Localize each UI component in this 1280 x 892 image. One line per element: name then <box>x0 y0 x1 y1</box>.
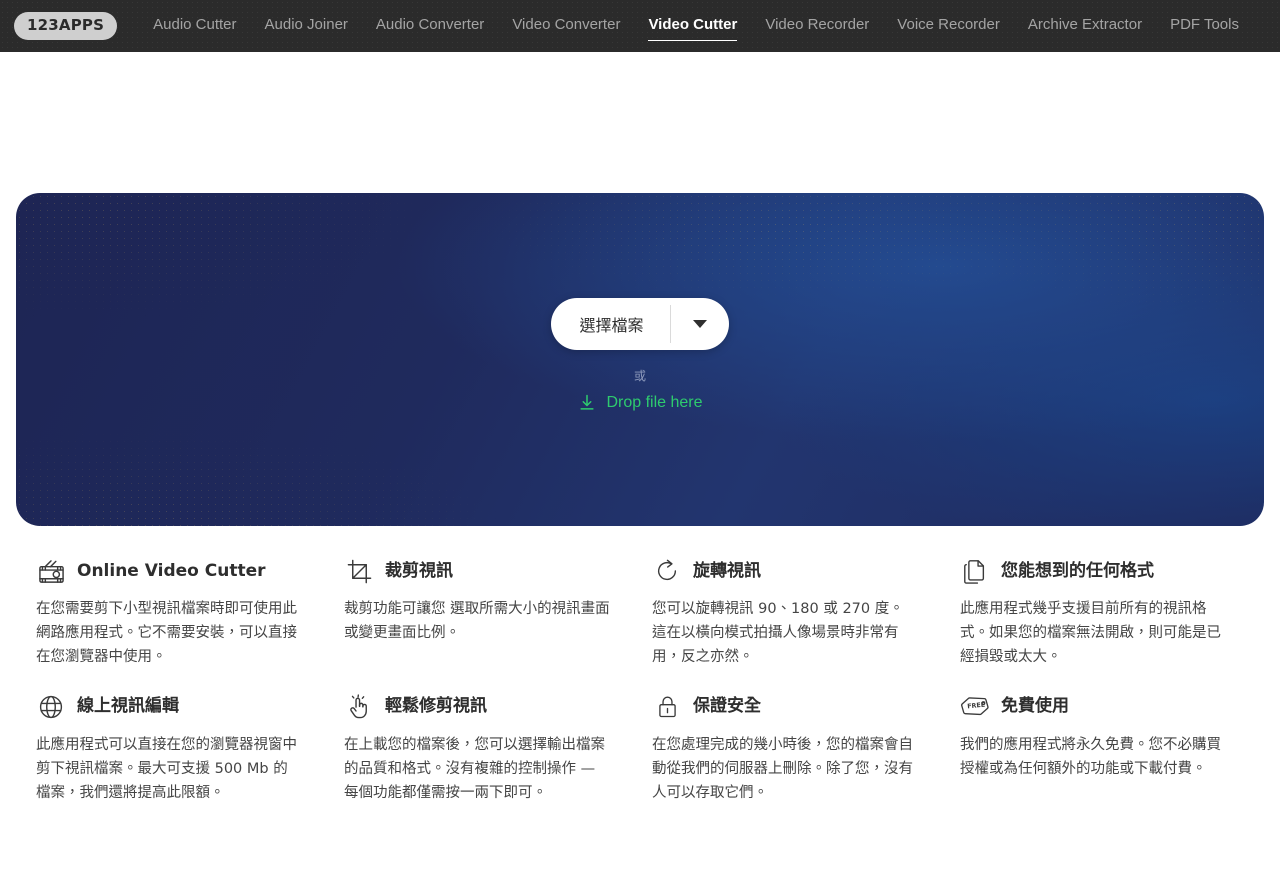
feature-card: 保證安全在您處理完成的幾小時後，您的檔案會自動從我們的伺服器上刪除。除了您，沒有… <box>652 692 936 806</box>
feature-description: 在您處理完成的幾小時後，您的檔案會自動從我們的伺服器上刪除。除了您，沒有人可以存… <box>652 736 913 802</box>
feature-description: 此應用程式幾乎支援目前所有的視訊格式。如果您的檔案無法開啟，則可能是已經損毀或太… <box>960 601 1221 666</box>
click-hand-icon <box>344 692 374 722</box>
feature-description: 在您需要剪下小型視訊檔案時即可使用此網路應用程式。它不需要安裝，可以直接在您瀏覽… <box>36 601 297 666</box>
svg-text:FREE: FREE <box>967 701 986 710</box>
feature-title: 輕鬆修剪視訊 <box>385 696 487 717</box>
feature-description: 在上載您的檔案後，您可以選擇輸出檔案的品質和格式。沒有複雜的控制操作 — 每個功… <box>344 736 605 802</box>
feature-card: 輕鬆修剪視訊在上載您的檔案後，您可以選擇輸出檔案的品質和格式。沒有複雜的控制操作… <box>344 692 628 806</box>
download-arrow-icon <box>577 393 597 413</box>
nav-item-video-recorder[interactable]: Video Recorder <box>751 12 883 40</box>
hero-section-wrapper: 選擇檔案 或 Drop file here <box>0 52 1280 526</box>
rotate-icon <box>652 556 682 586</box>
feature-description: 此應用程式可以直接在您的瀏覽器視窗中剪下視訊檔案。最大可支援 500 Mb 的檔… <box>36 736 297 802</box>
feature-header: 輕鬆修剪視訊 <box>344 692 610 722</box>
file-drop-zone[interactable]: 選擇檔案 或 Drop file here <box>16 193 1264 526</box>
feature-header: 保證安全 <box>652 692 918 722</box>
feature-card: FREE 免費使用我們的應用程式將永久免費。您不必購買授權或為任何額外的功能或下載… <box>960 692 1244 806</box>
drop-file-here-label: Drop file here <box>606 394 703 411</box>
price-tag-free-icon: FREE <box>960 692 990 722</box>
feature-description: 您可以旋轉視訊 90、180 或 270 度。這在以橫向模式拍攝人像場景時非常有… <box>652 601 904 666</box>
feature-title: 裁剪視訊 <box>385 560 453 581</box>
feature-card: 您能想到的任何格式此應用程式幾乎支援目前所有的視訊格式。如果您的檔案無法開啟，則… <box>960 556 1244 670</box>
chevron-down-icon <box>692 320 707 328</box>
or-label: 或 <box>633 369 646 383</box>
choose-file-group: 選擇檔案 <box>551 298 729 350</box>
feature-description: 裁剪功能可讓您 選取所需大小的視訊畫面或變更畫面比例。 <box>344 601 610 642</box>
feature-header: Online Video Cutter <box>36 556 302 586</box>
crop-icon <box>344 556 374 586</box>
feature-header: 裁剪視訊 <box>344 556 610 586</box>
film-clapper-icon <box>36 556 66 586</box>
top-navigation-bar: 123APPS Audio Cutter Audio Joiner Audio Co… <box>0 0 1280 52</box>
feature-title: 線上視訊編輯 <box>77 696 179 717</box>
nav-item-audio-converter[interactable]: Audio Converter <box>362 12 498 40</box>
feature-header: FREE 免費使用 <box>960 692 1226 722</box>
feature-title: 保證安全 <box>693 696 761 717</box>
feature-title: 旋轉視訊 <box>693 560 761 581</box>
upload-controls: 選擇檔案 或 Drop file here <box>551 298 729 413</box>
nav-item-audio-joiner[interactable]: Audio Joiner <box>251 12 362 40</box>
feature-title: 免費使用 <box>1001 696 1069 717</box>
main-nav: Audio Cutter Audio Joiner Audio Converter V… <box>139 12 1253 41</box>
feature-card: 線上視訊編輯此應用程式可以直接在您的瀏覽器視窗中剪下視訊檔案。最大可支援 500… <box>36 692 320 806</box>
nav-item-video-converter[interactable]: Video Converter <box>498 12 634 40</box>
copy-documents-icon <box>960 556 990 586</box>
nav-item-video-cutter[interactable]: Video Cutter <box>634 12 751 41</box>
nav-item-audio-cutter[interactable]: Audio Cutter <box>139 12 250 40</box>
nav-item-voice-recorder[interactable]: Voice Recorder <box>883 12 1014 40</box>
feature-card: Online Video Cutter 在您需要剪下小型視訊檔案時即可使用此網路應… <box>36 556 320 670</box>
logo-123apps[interactable]: 123APPS <box>14 12 118 40</box>
feature-header: 旋轉視訊 <box>652 556 918 586</box>
feature-header: 您能想到的任何格式 <box>960 556 1226 586</box>
globe-icon <box>36 692 66 722</box>
feature-title: 您能想到的任何格式 <box>1001 560 1154 581</box>
nav-item-pdf-tools[interactable]: PDF Tools <box>1156 12 1253 40</box>
feature-card: 裁剪視訊裁剪功能可讓您 選取所需大小的視訊畫面或變更畫面比例。 <box>344 556 628 670</box>
drop-file-here-link[interactable]: Drop file here <box>577 393 703 413</box>
feature-description: 我們的應用程式將永久免費。您不必購買授權或為任何額外的功能或下載付費。 <box>960 736 1221 777</box>
choose-file-button[interactable]: 選擇檔案 <box>551 298 669 350</box>
feature-title: Online Video Cutter <box>77 560 266 581</box>
lock-icon <box>652 692 682 722</box>
choose-file-dropdown-button[interactable] <box>671 298 729 350</box>
feature-header: 線上視訊編輯 <box>36 692 302 722</box>
nav-item-archive-extractor[interactable]: Archive Extractor <box>1014 12 1156 40</box>
feature-card: 旋轉視訊您可以旋轉視訊 90、180 或 270 度。這在以橫向模式拍攝人像場景… <box>652 556 936 670</box>
features-grid: Online Video Cutter 在您需要剪下小型視訊檔案時即可使用此網路應… <box>0 526 1280 805</box>
